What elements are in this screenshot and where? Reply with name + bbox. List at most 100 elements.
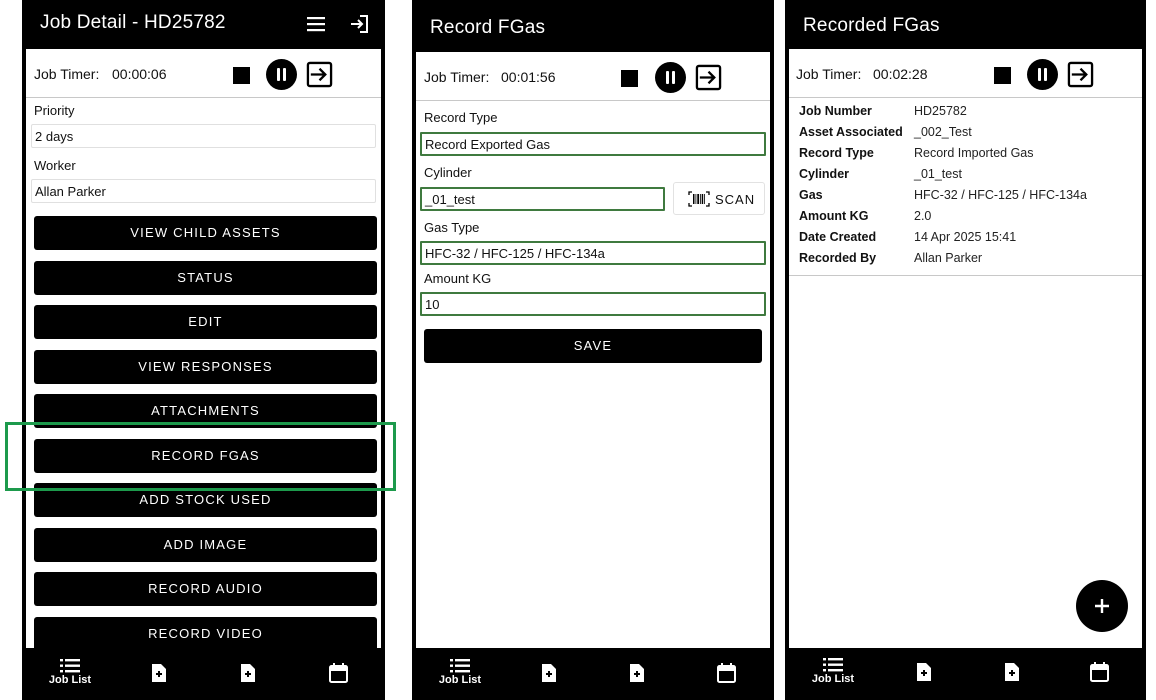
detail-row-amount: Amount KG 2.0 (799, 209, 1138, 229)
detail-value: Record Imported Gas (914, 146, 1034, 160)
timer-label: Job Timer: (796, 66, 862, 82)
detail-key: Asset Associated (799, 125, 903, 139)
gas-type-field[interactable]: HFC-32 / HFC-125 / HFC-134a (420, 241, 766, 265)
job-timer: Job Timer: 00:00:06 (26, 49, 381, 98)
nav-job-list-label: Job List (48, 674, 92, 686)
nav-new-document-2[interactable] (625, 648, 649, 700)
bottom-nav: Job List (785, 648, 1146, 700)
calendar-icon (328, 663, 348, 683)
exit-icon[interactable] (348, 12, 372, 36)
note-add-icon (630, 664, 644, 682)
nav-calendar[interactable] (714, 648, 738, 700)
priority-field[interactable]: 2 days (31, 124, 376, 148)
detail-value: 2.0 (914, 209, 932, 223)
detail-value: HFC-32 / HFC-125 / HFC-134a (914, 188, 1087, 202)
add-record-button[interactable] (1076, 580, 1128, 632)
record-type-field[interactable]: Record Exported Gas (420, 132, 766, 156)
amount-field[interactable]: 10 (420, 292, 766, 316)
job-timer: Job Timer: 00:01:56 (416, 52, 770, 101)
timer-value: 00:00:06 (112, 66, 167, 82)
edit-button[interactable]: EDIT (34, 305, 377, 339)
nav-new-document[interactable] (912, 648, 936, 700)
clock-out-icon[interactable] (695, 64, 722, 91)
note-add-icon (152, 664, 166, 682)
calendar-icon (716, 663, 736, 683)
app-bar: Record FGas (412, 0, 774, 49)
timer-label: Job Timer: (34, 66, 100, 82)
status-button[interactable]: STATUS (34, 261, 377, 295)
recorded-fgas-content: Job Timer: 00:02:28 Job Number HD25782 A… (789, 49, 1142, 648)
add-stock-used-button[interactable]: ADD STOCK USED (34, 483, 377, 517)
record-audio-button[interactable]: RECORD AUDIO (34, 572, 377, 606)
detail-key: Gas (799, 188, 823, 202)
nav-new-document[interactable] (147, 648, 171, 700)
detail-row-gas: Gas HFC-32 / HFC-125 / HFC-134a (799, 188, 1138, 208)
nav-new-document-2[interactable] (236, 648, 260, 700)
scan-button[interactable]: SCAN (673, 182, 765, 215)
nav-job-list-label: Job List (811, 673, 855, 685)
worker-field[interactable]: Allan Parker (31, 179, 376, 203)
nav-calendar[interactable] (326, 648, 350, 700)
worker-label: Worker (34, 158, 76, 173)
nav-job-list[interactable]: Job List (803, 648, 863, 700)
view-responses-button[interactable]: VIEW RESPONSES (34, 350, 377, 384)
amount-label: Amount KG (424, 271, 492, 286)
list-icon (450, 659, 470, 673)
detail-row-cylinder: Cylinder _01_test (799, 167, 1138, 187)
calendar-icon (1089, 662, 1109, 682)
nav-job-list[interactable]: Job List (430, 648, 490, 700)
add-image-button[interactable]: ADD IMAGE (34, 528, 377, 562)
timer-label: Job Timer: (424, 69, 490, 85)
barcode-icon (688, 191, 710, 207)
app-bar: Job Detail - HD25782 (22, 0, 385, 49)
attachments-button[interactable]: ATTACHMENTS (34, 394, 377, 428)
detail-row-record-type: Record Type Record Imported Gas (799, 146, 1138, 166)
menu-icon[interactable] (304, 12, 328, 36)
divider (789, 275, 1142, 276)
job-timer: Job Timer: 00:02:28 (789, 49, 1142, 98)
pause-icon[interactable] (655, 62, 686, 93)
detail-value: Allan Parker (914, 251, 983, 265)
pause-icon[interactable] (1027, 59, 1058, 90)
note-add-icon (1005, 663, 1019, 681)
clock-out-icon[interactable] (1067, 61, 1094, 88)
detail-value: _002_Test (914, 125, 972, 139)
clock-out-icon[interactable] (306, 61, 333, 88)
detail-value: 14 Apr 2025 15:41 (914, 230, 1017, 244)
detail-row-asset: Asset Associated _002_Test (799, 125, 1138, 145)
save-button[interactable]: SAVE (424, 329, 762, 363)
scan-label: SCAN (715, 192, 756, 207)
bottom-nav: Job List (22, 648, 385, 700)
nav-new-document[interactable] (537, 648, 561, 700)
stop-icon[interactable] (233, 67, 250, 84)
record-fgas-button[interactable]: RECORD FGAS (34, 439, 377, 473)
detail-key: Date Created (799, 230, 877, 244)
record-video-button[interactable]: RECORD VIDEO (34, 617, 377, 648)
record-type-label: Record Type (424, 110, 498, 125)
page-title: Recorded FGas (803, 15, 940, 36)
note-add-icon (542, 664, 556, 682)
timer-value: 00:02:28 (873, 66, 928, 82)
bottom-nav: Job List (412, 648, 774, 700)
record-fgas-screen: Record FGas Job Timer: 00:01:56 Record T… (412, 0, 774, 700)
detail-key: Record Type (799, 146, 874, 160)
record-fgas-form: Job Timer: 00:01:56 Record Type Record E… (416, 52, 770, 648)
detail-row-job-number: Job Number HD25782 (799, 104, 1138, 124)
nav-job-list[interactable]: Job List (40, 648, 100, 700)
stop-icon[interactable] (994, 67, 1011, 84)
note-add-icon (917, 663, 931, 681)
nav-calendar[interactable] (1087, 648, 1111, 700)
app-bar: Recorded FGas (785, 0, 1146, 49)
detail-key: Amount KG (799, 209, 869, 223)
pause-icon[interactable] (266, 59, 297, 90)
nav-job-list-label: Job List (438, 674, 482, 686)
view-child-assets-button[interactable]: VIEW CHILD ASSETS (34, 216, 377, 250)
cylinder-field[interactable]: _01_test (420, 187, 665, 211)
nav-new-document-2[interactable] (1000, 648, 1024, 700)
page-title: Record FGas (430, 17, 546, 38)
timer-value: 00:01:56 (501, 69, 556, 85)
detail-key: Job Number (799, 104, 872, 118)
stop-icon[interactable] (621, 70, 638, 87)
note-add-icon (241, 664, 255, 682)
page-title: Job Detail - HD25782 (40, 12, 226, 33)
